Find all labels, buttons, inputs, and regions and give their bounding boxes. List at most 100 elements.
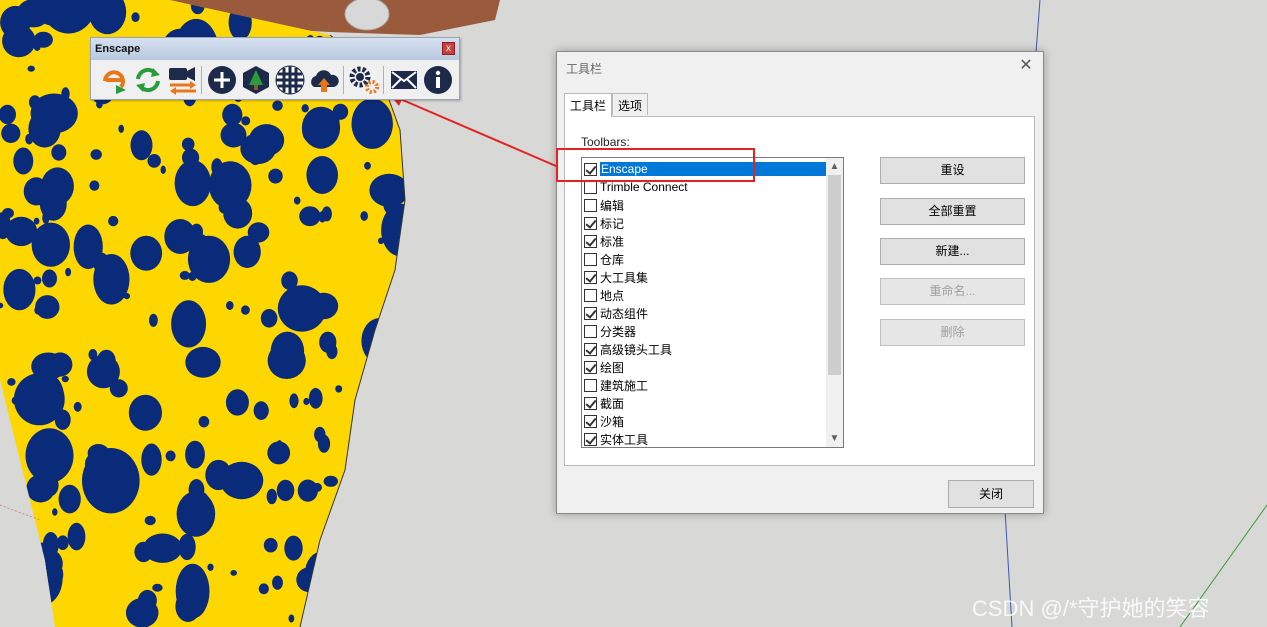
watermark-text: CSDN @/*守护她的笑容 [972, 596, 1210, 621]
scrollbar-thumb[interactable] [828, 175, 841, 375]
enscape-toolbar[interactable]: Enscape x [90, 37, 460, 100]
toolbar-list-item[interactable]: 沙箱 [582, 412, 826, 430]
dress-spot [230, 570, 237, 576]
toolbar-checkbox[interactable] [584, 288, 597, 302]
dress-spot [193, 446, 201, 455]
add-circle-icon[interactable] [205, 64, 238, 97]
dress-spot [349, 580, 378, 609]
dress-spot [368, 497, 375, 507]
toolbar-separator [201, 66, 202, 94]
dress-spot [58, 484, 81, 514]
toolbar-checkbox[interactable] [584, 414, 597, 428]
toolbar-list-item[interactable]: 大工具集 [582, 268, 826, 286]
toolbar-checkbox[interactable] [584, 324, 597, 338]
scroll-down-icon[interactable]: ▼ [826, 430, 843, 447]
cloud-upload-icon[interactable] [307, 64, 340, 97]
dress-spot [0, 512, 19, 531]
refresh-sync-icon[interactable] [131, 64, 164, 97]
toolbar-item-label: 仓库 [600, 252, 625, 267]
toolbar-list-item[interactable]: 地点 [582, 286, 826, 304]
dress-spot [128, 394, 162, 431]
dress-spot [188, 479, 205, 501]
dress-spot [108, 215, 119, 227]
toolbar-list-item[interactable]: 标准 [582, 232, 826, 250]
reset-button[interactable]: 重设 [880, 157, 1025, 184]
new-toolbar-button[interactable]: 新建... [880, 238, 1025, 265]
tab-toolbars[interactable]: 工具栏 [564, 93, 613, 117]
toolbar-list-item[interactable]: 分类器 [582, 322, 826, 340]
dress-spot [205, 459, 232, 491]
toolbar-list-item[interactable]: 动态组件 [582, 304, 826, 322]
dress-spot [149, 313, 158, 327]
toolbar-checkbox[interactable] [584, 378, 597, 392]
dress-spot [144, 515, 156, 526]
toolbar-list-item[interactable]: 建筑施工 [582, 376, 826, 394]
tab-options[interactable]: 选项 [612, 93, 649, 115]
toolbar-list-item[interactable]: 绘图 [582, 358, 826, 376]
toolbar-checkbox[interactable] [584, 252, 597, 266]
dress-spot [89, 180, 100, 191]
close-dialog-button[interactable]: 关闭 [948, 480, 1034, 508]
dress-spot [309, 292, 339, 320]
delete-button[interactable]: 删除 [880, 319, 1025, 346]
toolbars-dialog[interactable]: 工具栏 ✕ 工具栏 选项 Toolbars: Enscape Trimble Co… [556, 51, 1044, 514]
listbox-scrollbar[interactable]: ▲ ▼ [826, 158, 843, 447]
toolbar-list-item[interactable]: 高级镜头工具 [582, 340, 826, 358]
dress-spot [61, 375, 69, 383]
dress-spot [185, 346, 221, 378]
enscape-logo-icon[interactable] [97, 64, 130, 97]
enscape-toolbar-titlebar[interactable]: Enscape x [91, 38, 459, 60]
dress-spot [207, 563, 214, 571]
dress-spot [0, 458, 15, 491]
toolbar-checkbox[interactable] [584, 180, 597, 194]
toolbar-checkbox[interactable] [584, 216, 597, 230]
toolbar-checkbox[interactable] [584, 234, 597, 248]
enscape-toolbar-icons [91, 60, 459, 100]
dress-spot [241, 305, 250, 315]
dress-spot [11, 396, 18, 405]
dress-spot [130, 235, 163, 271]
dress-spot [90, 149, 102, 160]
scroll-up-icon[interactable]: ▲ [826, 158, 843, 175]
toolbar-item-label: 动态组件 [600, 306, 649, 321]
toolbar-item-label: 分类器 [600, 324, 637, 339]
toolbar-separator [383, 66, 384, 94]
toolbar-checkbox[interactable] [584, 270, 597, 284]
rename-button[interactable]: 重命名... [880, 278, 1025, 305]
settings-gears-icon[interactable] [347, 64, 380, 97]
dialog-close-icon[interactable]: ✕ [1017, 58, 1035, 76]
toolbar-list-item[interactable]: 仓库 [582, 250, 826, 268]
dress-spot [195, 179, 205, 189]
dress-spot [39, 560, 64, 589]
tree-asset-icon[interactable] [239, 64, 272, 97]
toolbar-checkbox[interactable] [584, 342, 597, 356]
bracelet-shape [344, 0, 390, 31]
mail-envelope-icon[interactable] [387, 64, 420, 97]
video-camera-export-icon[interactable] [165, 64, 198, 97]
toolbar-checkbox[interactable] [584, 198, 597, 212]
enscape-toolbar-close-button[interactable]: x [442, 42, 455, 55]
info-icon[interactable] [421, 64, 454, 97]
toolbars-label: Toolbars: [581, 135, 630, 149]
toolbar-list-item[interactable]: 截面 [582, 394, 826, 412]
dress-spot [312, 482, 322, 492]
toolbar-list-item[interactable]: 编辑 [582, 196, 826, 214]
toolbar-checkbox[interactable] [584, 396, 597, 410]
toolbars-listbox[interactable]: Enscape Trimble Connect 编辑 标记 标准 仓库 大工具集 地点 动态组件… [581, 157, 844, 448]
dialog-title: 工具栏 [566, 62, 603, 76]
material-sphere-icon[interactable] [273, 64, 306, 97]
toolbar-checkbox[interactable] [584, 306, 597, 320]
dress-spot [33, 42, 41, 51]
dress-spot [308, 387, 323, 409]
dress-spot [378, 603, 389, 613]
dress-spot [225, 389, 249, 416]
toolbar-list-item[interactable]: 实体工具 [582, 430, 826, 447]
reset-all-button[interactable]: 全部重置 [880, 198, 1025, 225]
toolbar-checkbox[interactable] [584, 432, 597, 446]
dress-spot [351, 98, 393, 149]
dress-spot [35, 2, 50, 18]
dress-spot [400, 131, 405, 145]
toolbar-checkbox[interactable] [584, 360, 597, 374]
dress-spot [394, 532, 401, 539]
toolbar-list-item[interactable]: 标记 [582, 214, 826, 232]
